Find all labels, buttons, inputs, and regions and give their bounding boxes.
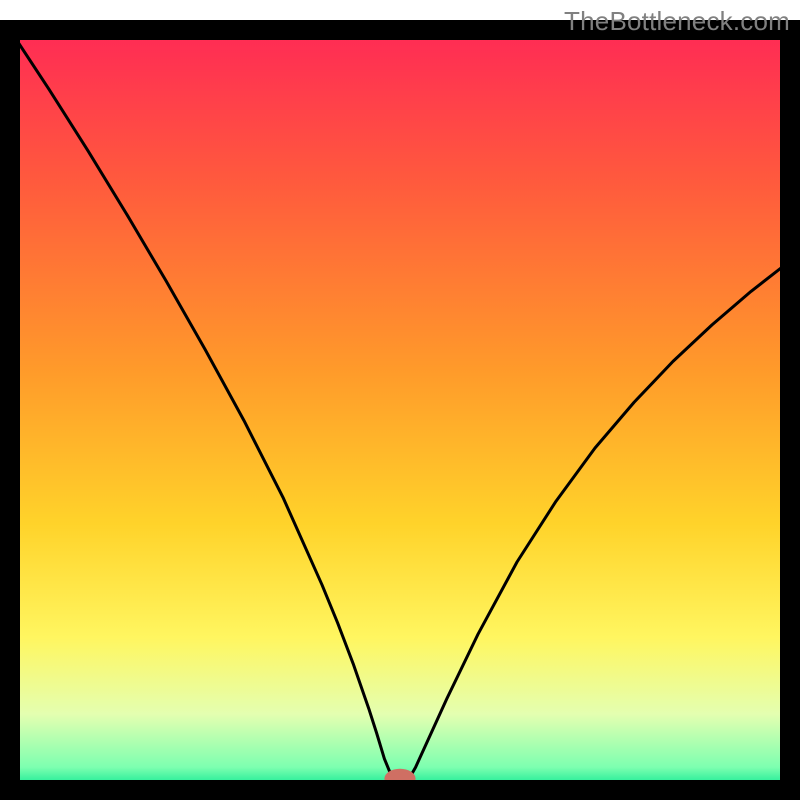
chart-container: TheBottleneck.com xyxy=(0,0,800,800)
bottleneck-chart xyxy=(0,0,800,800)
chart-background xyxy=(10,30,790,790)
